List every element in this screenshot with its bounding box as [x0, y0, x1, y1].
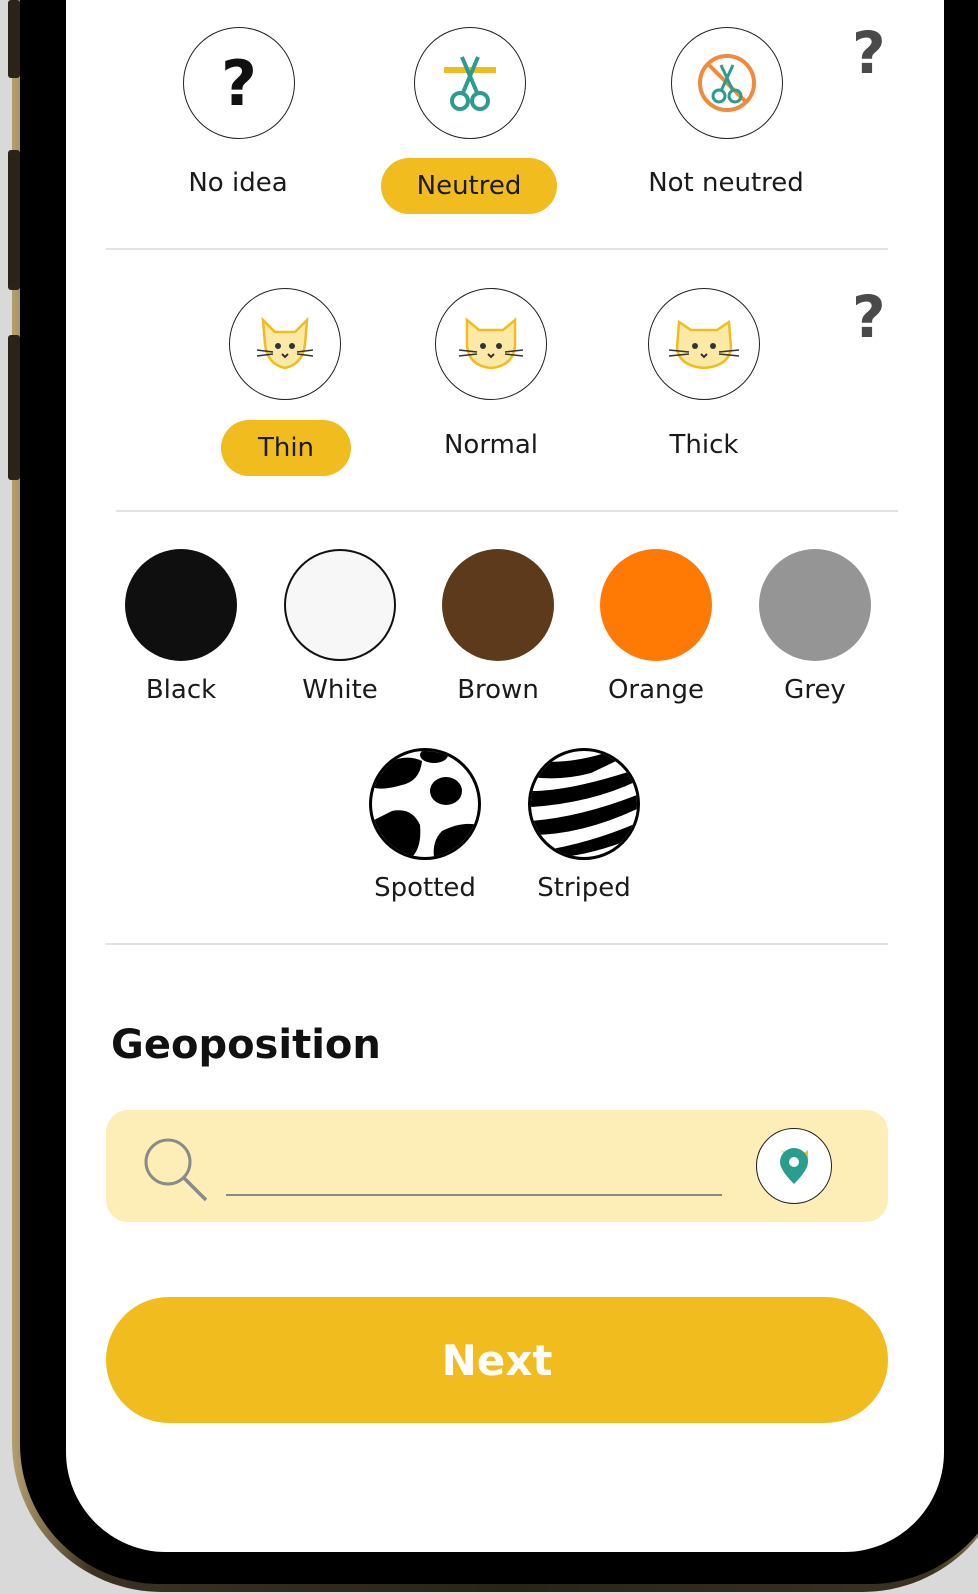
neuter-option-neutred[interactable] — [414, 27, 526, 139]
color-swatch-black[interactable] — [125, 549, 237, 661]
pattern-swatch-spotted[interactable] — [369, 748, 481, 860]
neuter-label-no-idea: No idea — [188, 168, 288, 198]
phone-volume-up — [8, 150, 20, 290]
geoposition-title: Geoposition — [111, 1022, 381, 1068]
no-scissors-icon — [698, 54, 756, 112]
pattern-label-striped: Striped — [537, 873, 631, 903]
phone-side-button — [8, 0, 20, 78]
neuter-option-not-neutred[interactable] — [671, 27, 783, 139]
neuter-label-not-neutred: Not neutred — [648, 168, 804, 198]
thin-cat-icon — [256, 316, 314, 370]
color-swatch-brown[interactable] — [442, 549, 554, 661]
body-label-normal: Normal — [443, 430, 539, 460]
body-option-normal[interactable] — [435, 288, 547, 400]
pattern-swatch-striped[interactable] — [528, 748, 640, 860]
body-label-thin[interactable]: Thin — [221, 420, 351, 476]
color-label-brown: Brown — [457, 675, 539, 705]
geoposition-search-bar — [106, 1110, 888, 1222]
question-icon: ? — [221, 46, 257, 120]
normal-cat-icon — [458, 317, 524, 370]
location-pin-icon — [780, 1148, 808, 1184]
color-label-black: Black — [145, 675, 217, 705]
divider — [106, 943, 888, 945]
body-option-thin[interactable] — [229, 288, 341, 400]
divider — [116, 510, 898, 512]
neuter-help-icon[interactable]: ? — [852, 24, 886, 82]
color-label-white: White — [302, 675, 378, 705]
scissors-icon — [444, 56, 496, 111]
next-button[interactable]: Next — [106, 1297, 888, 1423]
striped-pattern-icon — [531, 751, 637, 857]
divider — [106, 248, 888, 250]
color-label-grey: Grey — [784, 675, 846, 705]
body-option-thick[interactable] — [648, 288, 760, 400]
phone-volume-down — [8, 335, 20, 480]
color-swatch-white[interactable] — [284, 549, 396, 661]
color-swatch-grey[interactable] — [759, 549, 871, 661]
pattern-label-spotted: Spotted — [374, 873, 476, 903]
neuter-option-no-idea[interactable]: ? — [183, 27, 295, 139]
color-swatch-orange[interactable] — [600, 549, 712, 661]
neuter-label-neutred[interactable]: Neutred — [381, 158, 557, 214]
body-help-icon[interactable]: ? — [852, 288, 886, 346]
thick-cat-icon — [669, 319, 739, 370]
search-icon — [144, 1138, 208, 1202]
color-label-orange: Orange — [607, 675, 705, 705]
geoposition-search-input[interactable] — [226, 1148, 722, 1196]
screen: ? ? No idea Neutred Not neutred ? Thin N… — [66, 0, 944, 1552]
location-button[interactable] — [756, 1128, 832, 1204]
spotted-pattern-icon — [372, 751, 478, 857]
body-label-thick: Thick — [669, 430, 739, 460]
